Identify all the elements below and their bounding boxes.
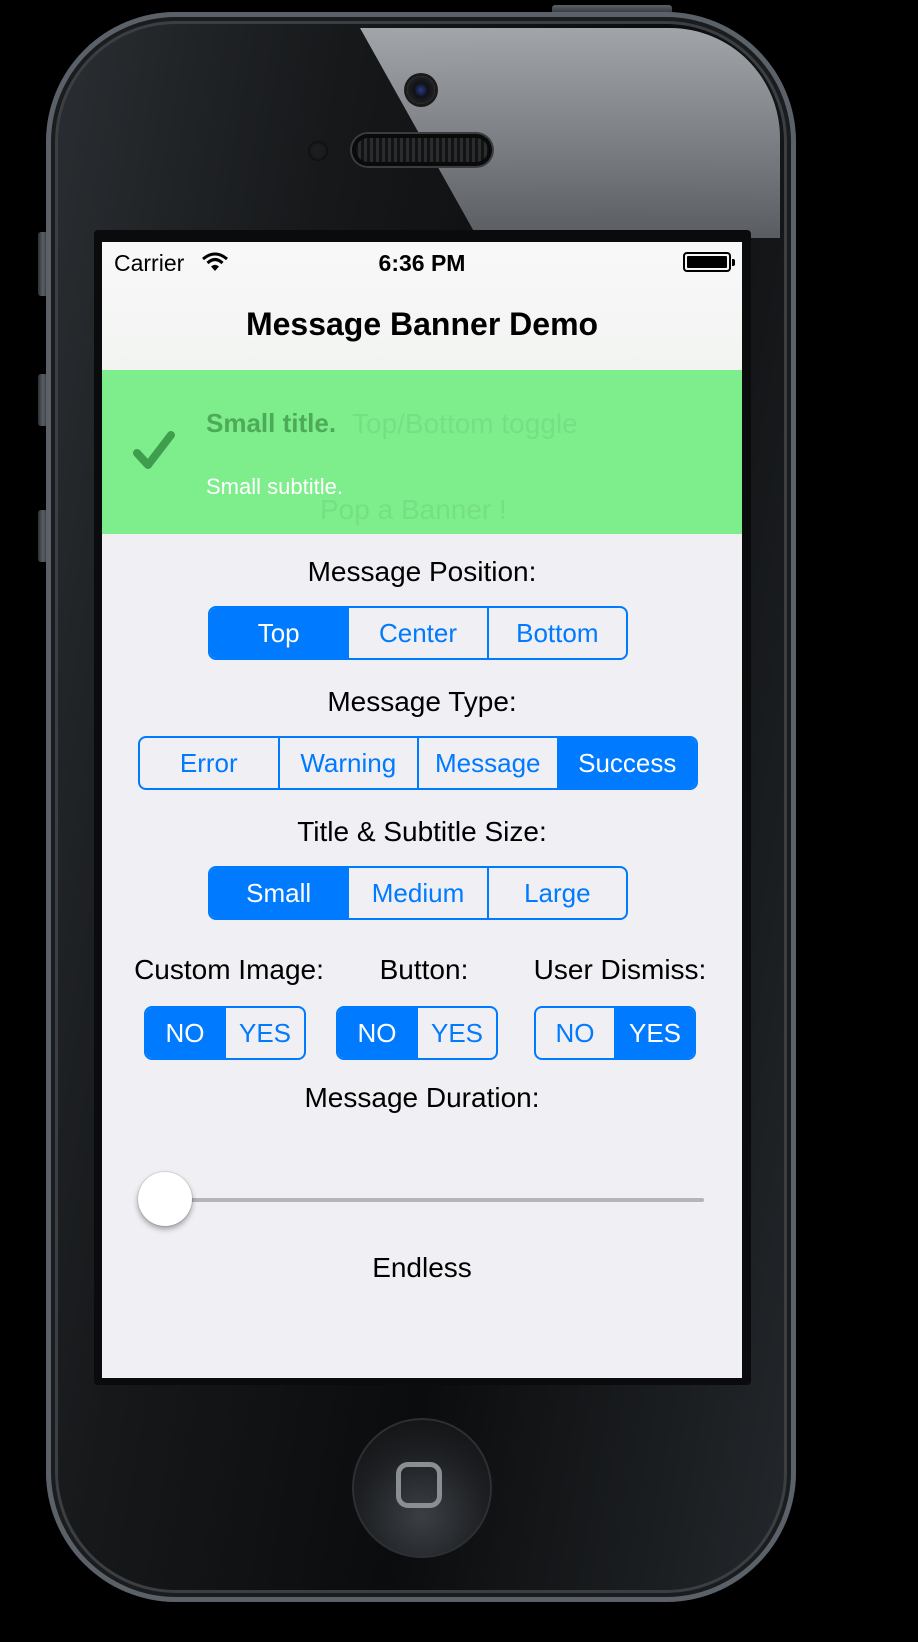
- battery-icon: [683, 252, 735, 272]
- message-position-label: Message Position:: [307, 556, 537, 587]
- message-duration-label: Message Duration:: [304, 1082, 540, 1113]
- pop-banner-button[interactable]: Pop a Banner !: [320, 494, 507, 526]
- message-type-option-warning[interactable]: Warning: [277, 738, 418, 788]
- home-square-icon: [396, 1462, 442, 1508]
- size-option-large[interactable]: Large: [486, 868, 626, 918]
- battery-tip: [732, 259, 735, 266]
- earpiece-speaker: [352, 134, 492, 166]
- message-banner[interactable]: Top/Bottom toggle Pop a Banner ! Small t…: [102, 370, 742, 534]
- size-option-small[interactable]: Small: [210, 868, 348, 918]
- message-type-segmented-control: Error Warning Message Success: [138, 736, 698, 790]
- custom-image-option-yes[interactable]: YES: [224, 1008, 304, 1058]
- message-type-label: Message Type:: [327, 686, 517, 717]
- size-option-medium[interactable]: Medium: [347, 868, 486, 918]
- custom-image-option-no[interactable]: NO: [146, 1008, 224, 1058]
- user-dismiss-option-yes[interactable]: YES: [614, 1008, 694, 1058]
- message-position-option-top[interactable]: Top: [210, 608, 348, 658]
- custom-image-segmented-control: NO YES: [144, 1006, 306, 1060]
- custom-image-label: Custom Image:: [134, 954, 324, 985]
- message-position-option-bottom[interactable]: Bottom: [486, 608, 626, 658]
- duration-value: Endless: [372, 1252, 472, 1283]
- button-label: Button:: [379, 954, 469, 985]
- user-dismiss-segmented-control: NO YES: [534, 1006, 696, 1060]
- button-option-no[interactable]: NO: [338, 1008, 416, 1058]
- message-type-option-error[interactable]: Error: [140, 738, 278, 788]
- nav-title: Message Banner Demo: [245, 306, 599, 342]
- size-label: Title & Subtitle Size:: [297, 816, 547, 847]
- user-dismiss-option-no[interactable]: NO: [536, 1008, 614, 1058]
- message-position-option-center[interactable]: Center: [347, 608, 486, 658]
- home-button[interactable]: [352, 1418, 492, 1558]
- button-segmented-control: NO YES: [336, 1006, 498, 1060]
- banner-subtitle: Small subtitle.: [206, 474, 343, 499]
- app-screen: Message Banner Demo Carrier 6:36 PM Top/…: [102, 242, 742, 1378]
- top-bottom-toggle-button[interactable]: Top/Bottom toggle: [352, 408, 578, 440]
- user-dismiss-label: User Dismiss:: [533, 954, 707, 985]
- front-camera: [407, 76, 435, 104]
- size-segmented-control: Small Medium Large: [208, 866, 628, 920]
- message-type-option-success[interactable]: Success: [556, 738, 696, 788]
- message-position-segmented-control: Top Center Bottom: [208, 606, 628, 660]
- button-option-yes[interactable]: YES: [416, 1008, 496, 1058]
- proximity-sensor: [308, 141, 328, 161]
- battery-fill: [687, 256, 727, 268]
- banner-title: Small title.: [206, 408, 337, 438]
- duration-slider-thumb[interactable]: [138, 1172, 192, 1226]
- message-type-option-message[interactable]: Message: [417, 738, 557, 788]
- duration-slider-track[interactable]: [168, 1198, 704, 1202]
- checkmark-icon: [133, 431, 175, 469]
- clock: 6:36 PM: [378, 250, 466, 276]
- device-frame: Message Banner Demo Carrier 6:36 PM Top/…: [0, 0, 918, 1642]
- status-bar: Carrier 6:36 PM: [102, 242, 742, 282]
